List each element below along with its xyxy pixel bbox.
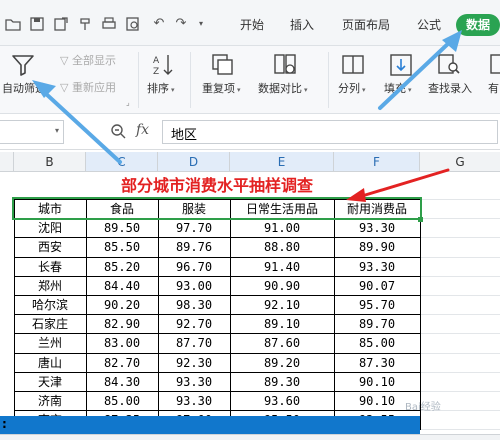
annotation-arrow-data-tab [378, 38, 454, 110]
annotation-arrows [32, 30, 462, 202]
annotation-arrowhead [32, 80, 56, 98]
annotation-arrow-filter [42, 90, 122, 164]
annotation-arrowhead [346, 188, 366, 202]
annotation-arrow-header [360, 168, 450, 198]
